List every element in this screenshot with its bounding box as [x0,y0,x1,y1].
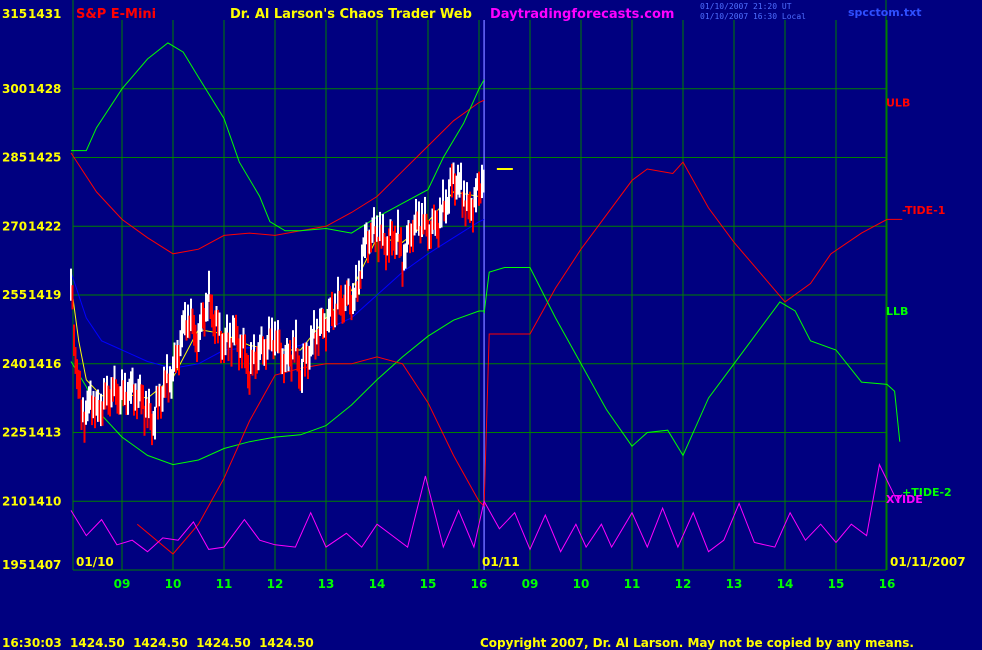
website-label[interactable]: Daytradingforecasts.com [490,7,674,22]
y-tick-label-ticks: 285 [2,151,27,165]
y-tick-label-price: 1428 [28,82,61,96]
x-tick-label: 13 [726,577,743,591]
last-quote: 16:30:03 1424.50 1424.50 1424.50 1424.50 [2,636,314,650]
x-tick-label: 14 [777,577,794,591]
x-tick-label: 12 [675,577,692,591]
x-tick-label: 11 [624,577,641,591]
x-tick-label: 10 [573,577,590,591]
chart-background [0,0,982,650]
chart-canvas: 315 1431300 1428285 1425270 1422255 1419240 14… [0,0,982,650]
x-tick-label: 09 [522,577,539,591]
date-label-end: 01/11/2007 [890,555,966,569]
y-tick-label-price: 1410 [28,494,61,508]
copyright: Copyright 2007, Dr. Al Larson. May not b… [480,636,914,650]
y-tick-label-price: 1425 [28,151,61,165]
y-tick-label-price: 1407 [28,558,61,572]
right-label-xtide: XTIDE [886,493,923,506]
y-tick-label-ticks: 255 [2,288,27,302]
y-tick-label-price: 1419 [28,288,61,302]
y-tick-label-price: 1416 [28,357,61,371]
timestamp-ut: 01/10/2007 21:20 UT [700,2,792,11]
x-tick-label: 12 [267,577,284,591]
y-tick-label-ticks: 300 [2,82,27,96]
x-tick-label: 16 [879,577,896,591]
data-filename: spcctom.txt [848,6,922,19]
date-label-day2: 01/11 [482,555,520,569]
instrument-label: S&P E-Mini [76,7,156,22]
date-label-day1: 01/10 [76,555,114,569]
x-tick-label: 16 [471,577,488,591]
timestamp-local: 01/10/2007 16:30 Local [700,12,806,21]
y-tick-label-ticks: 195 [2,558,27,572]
x-tick-label: 14 [369,577,386,591]
y-tick-label-price: 1431 [28,7,61,21]
right-label-llb: LLB [886,305,908,318]
y-tick-label-price: 1413 [28,426,61,440]
y-tick-label-ticks: 240 [2,357,27,371]
x-tick-label: 09 [114,577,131,591]
y-tick-label-ticks: 315 [2,7,27,21]
x-tick-label: 15 [420,577,437,591]
y-tick-label-price: 1422 [28,219,61,233]
y-tick-label-ticks: 210 [2,494,27,508]
y-tick-label-ticks: 270 [2,219,27,233]
right-label-tide1: -TIDE-1 [902,204,945,217]
right-label-ulb: ULB [886,97,910,110]
x-tick-label: 13 [318,577,335,591]
y-tick-label-ticks: 225 [2,426,27,440]
x-tick-label: 15 [828,577,845,591]
x-tick-label: 10 [165,577,182,591]
chart-title: Dr. Al Larson's Chaos Trader Web [230,7,472,22]
x-tick-label: 11 [216,577,233,591]
